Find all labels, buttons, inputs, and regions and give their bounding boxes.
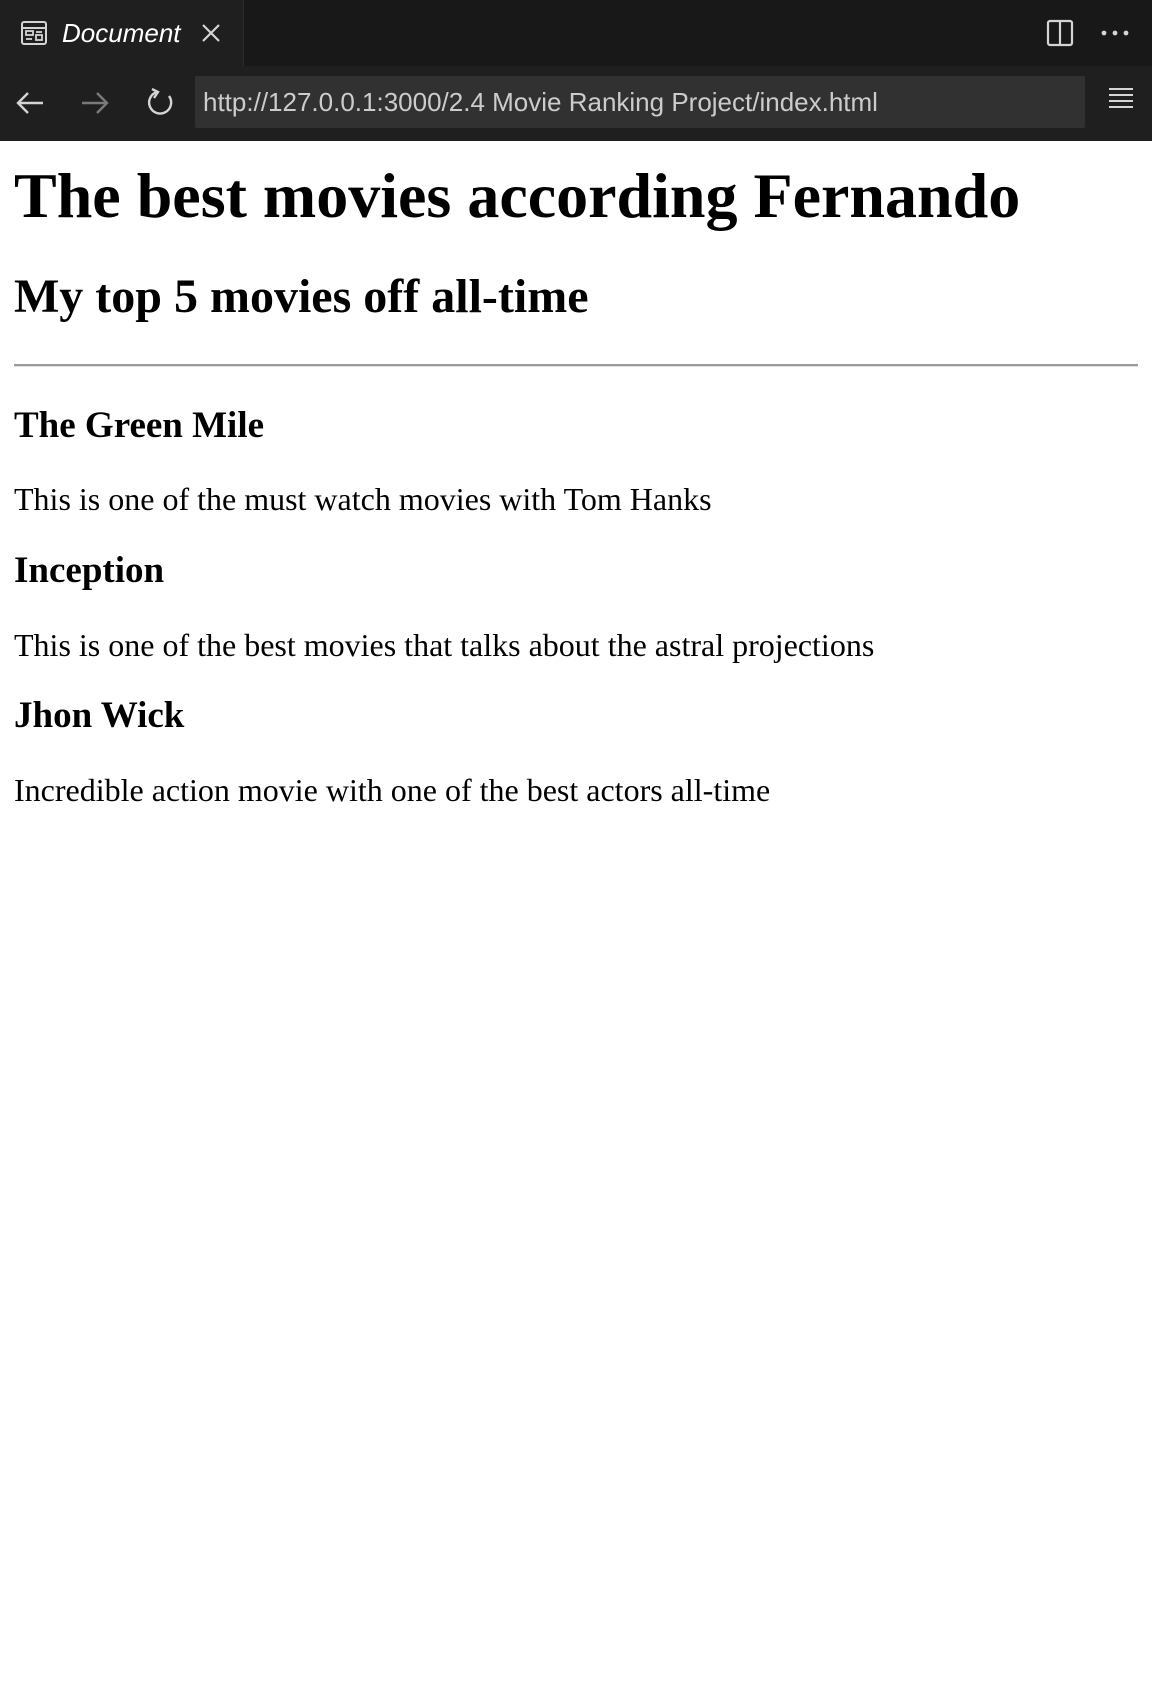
movie-description: This is one of the best movies that talk… — [14, 626, 875, 663]
close-icon[interactable] — [199, 21, 223, 45]
page-subtitle: My top 5 movies off all-time — [14, 269, 589, 323]
movie-description: Incredible action movie with one of the … — [14, 772, 771, 809]
browser-chrome: Document http://127.0.0.1:3000/2.4 Movie… — [0, 0, 1152, 141]
movie-title: Inception — [14, 550, 165, 592]
preview-icon — [20, 19, 48, 47]
tab-document[interactable]: Document — [0, 0, 244, 66]
split-editor-icon[interactable] — [1046, 19, 1074, 47]
movie-description: This is one of the must watch movies wit… — [14, 481, 712, 518]
divider — [14, 363, 1138, 367]
hamburger-menu-icon[interactable] — [1108, 86, 1134, 117]
more-actions-icon[interactable] — [1100, 29, 1130, 37]
navigation-bar: http://127.0.0.1:3000/2.4 Movie Ranking … — [0, 66, 1152, 141]
reload-icon[interactable] — [140, 83, 180, 123]
arrow-left-icon[interactable] — [10, 83, 50, 123]
movie-title: The Green Mile — [14, 404, 265, 446]
tabbar-actions — [1046, 0, 1130, 66]
url-field[interactable]: http://127.0.0.1:3000/2.4 Movie Ranking … — [195, 76, 1085, 128]
page-content: The best movies according Fernando My to… — [0, 159, 1152, 809]
page-title: The best movies according Fernando — [14, 160, 1021, 231]
movie-title: Jhon Wick — [14, 695, 185, 737]
tab-bar: Document — [0, 0, 1152, 66]
arrow-right-icon[interactable] — [75, 83, 115, 123]
tab-title: Document — [62, 17, 181, 48]
